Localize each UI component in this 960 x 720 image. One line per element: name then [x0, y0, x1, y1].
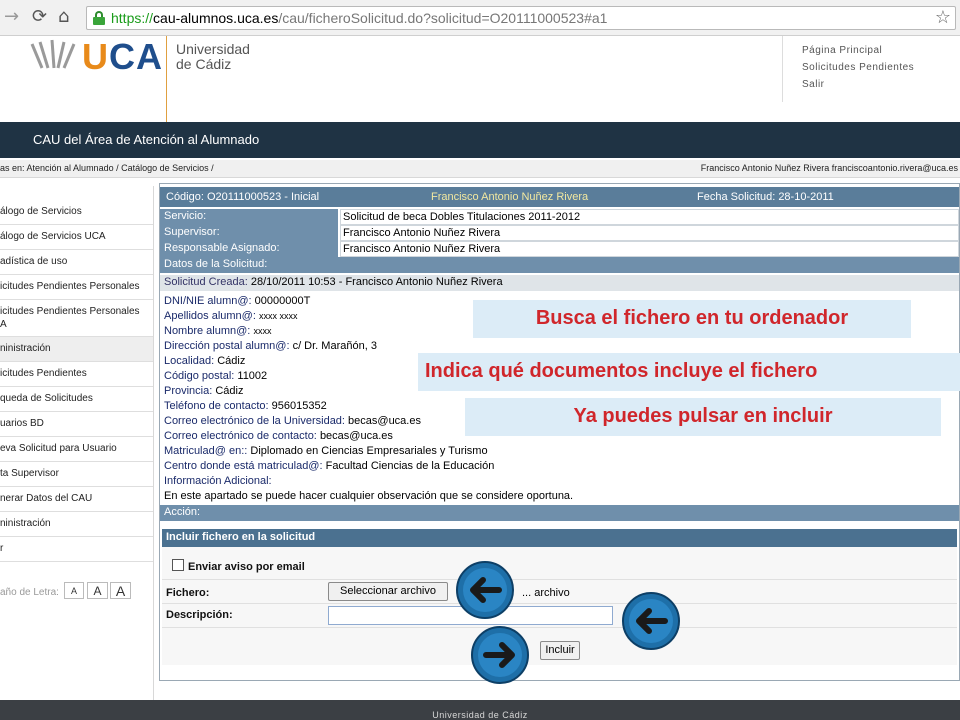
request-header: Código: O20111000523 - Inicial Francisco…	[160, 187, 959, 207]
request-owner: Francisco Antonio Nuñez Rivera	[431, 191, 589, 203]
row-supervisor: Supervisor: Francisco Antonio Nuñez River…	[160, 225, 959, 241]
home-icon[interactable]: ⌂	[58, 7, 69, 27]
file-status: ... archivo	[522, 587, 570, 599]
university-name: Universidad de Cádiz	[176, 41, 250, 72]
bookmark-star-icon[interactable]: ☆	[935, 7, 951, 28]
lock-icon	[93, 11, 105, 25]
breadcrumb-path: as en: Atención al Alumnado / Catálogo d…	[0, 163, 214, 173]
sidebar-item-pendientes-personales[interactable]: icitudes Pendientes Personales	[0, 275, 153, 300]
sidebar-item-usuarios-bd[interactable]: uarios BD	[0, 412, 153, 437]
arrow-right-icon	[471, 626, 529, 684]
email-notify-checkbox[interactable]	[172, 559, 184, 571]
row-responsable: Responsable Asignado: Francisco Antonio N…	[160, 241, 959, 257]
title-band: CAU del Área de Atención al Alumnado	[0, 122, 960, 158]
top-nav: Página Principal Solicitudes Pendientes …	[782, 36, 914, 102]
breadcrumb: as en: Atención al Alumnado / Catálogo d…	[0, 160, 960, 178]
include-button[interactable]: Incluir	[540, 641, 580, 660]
callout-indicate-docs: Indica qué documentos incluye el fichero	[418, 353, 960, 391]
link-salir[interactable]: Salir	[802, 76, 914, 93]
reload-icon[interactable]: ⟳	[32, 7, 47, 27]
arrow-left-icon	[456, 561, 514, 619]
row-creada: Solicitud Creada: 28/10/2011 10:53 - Fra…	[160, 275, 959, 291]
section-datos: Datos de la Solicitud:	[160, 257, 959, 273]
logo-divider	[166, 36, 167, 122]
footer-text: Universidad de Cádiz	[432, 710, 528, 720]
callout-press-include: Ya puedes pulsar en incluir	[465, 398, 941, 436]
select-file-button[interactable]: Seleccionar archivo	[328, 582, 448, 601]
link-pagina-principal[interactable]: Página Principal	[802, 42, 914, 59]
font-size-control: año de Letra: A A A	[0, 582, 153, 602]
link-solicitudes-pendientes[interactable]: Solicitudes Pendientes	[802, 59, 914, 76]
section-accion: Acción:	[160, 505, 959, 521]
sidebar-item-catalogo-uca[interactable]: álogo de Servicios UCA	[0, 225, 153, 250]
arrow-left-icon	[622, 592, 680, 650]
sidebar-item-solicitudes-pendientes[interactable]: icitudes Pendientes	[0, 362, 153, 387]
browser-toolbar: → ⟳ ⌂ https://cau-alumnos.uca.es/cau/fic…	[0, 0, 960, 36]
include-file-form: Enviar aviso por email Fichero: Seleccio…	[162, 547, 957, 665]
sidebar-item-generar-datos[interactable]: nerar Datos del CAU	[0, 487, 153, 512]
site-footer: Universidad de Cádiz	[0, 700, 960, 720]
sidebar-section-administracion: ninistración	[0, 337, 153, 362]
uca-logo[interactable]: UCA	[82, 36, 163, 78]
sidebar-item-catalogo[interactable]: álogo de Servicios	[0, 200, 153, 225]
sidebar-item-estadistica[interactable]: adística de uso	[0, 250, 153, 275]
include-file-title: Incluir fichero en la solicitud	[162, 529, 957, 547]
sidebar-item-salir[interactable]: r	[0, 537, 153, 562]
site-header: UCA Universidad de Cádiz Página Principa…	[0, 36, 960, 122]
file-label: Fichero:	[166, 587, 210, 599]
email-notify-label: Enviar aviso por email	[188, 561, 305, 573]
url-text: https://cau-alumnos.uca.es/cau/ficheroSo…	[111, 10, 608, 26]
forward-icon[interactable]: →	[4, 7, 19, 27]
sidebar-item-administracion[interactable]: ninistración	[0, 512, 153, 537]
sidebar: álogo de Servicios álogo de Servicios UC…	[0, 186, 154, 700]
sidebar-item-busqueda[interactable]: queda de Solicitudes	[0, 387, 153, 412]
row-servicio: Servicio: Solicitud de beca Dobles Titula…	[160, 209, 959, 225]
sidebar-item-nueva-solicitud[interactable]: eva Solicitud para Usuario	[0, 437, 153, 462]
sidebar-item-pendientes-personales-a[interactable]: icitudes Pendientes Personales A	[0, 300, 153, 337]
request-code: Código: O20111000523 - Inicial	[166, 191, 320, 203]
request-date: Fecha Solicitud: 28-10-2011	[697, 191, 834, 203]
font-medium-button[interactable]: A	[87, 582, 108, 599]
site-title: CAU del Área de Atención al Alumnado	[33, 132, 260, 147]
callout-find-file: Busca el fichero en tu ordenador	[473, 300, 911, 338]
font-large-button[interactable]: A	[110, 582, 131, 599]
uca-emblem-icon	[30, 39, 76, 69]
sidebar-item-alta-supervisor[interactable]: ta Supervisor	[0, 462, 153, 487]
font-size-label: año de Letra:	[0, 587, 59, 598]
font-small-button[interactable]: A	[64, 582, 84, 599]
user-info: Francisco Antonio Nuñez Rivera francisco…	[700, 163, 958, 173]
address-bar[interactable]: https://cau-alumnos.uca.es/cau/ficheroSo…	[86, 6, 956, 30]
description-label: Descripción:	[166, 609, 233, 621]
